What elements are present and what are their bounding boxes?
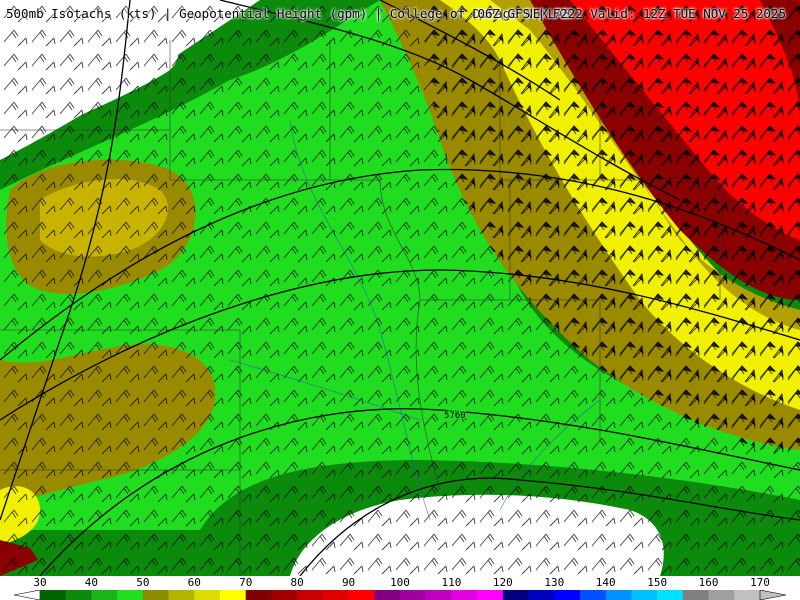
colorbar-swatch — [554, 590, 581, 600]
colorbar-tick-label: 40 — [84, 576, 99, 589]
colorbar-swatch — [631, 590, 658, 600]
colorbar-tick-labels: 30 40 50 60 70 80 90 100 110 120 130 140 150 160 170 — [0, 576, 800, 591]
colorbar-tick-label: 50 — [136, 576, 150, 589]
colorbar-tick-label: 160 — [698, 576, 719, 589]
colorbar-swatch — [425, 590, 452, 600]
colorbar-swatch — [348, 590, 375, 600]
colorbar-swatch — [734, 590, 761, 600]
colorbar-tick-label: 80 — [290, 576, 304, 589]
colorbar-swatch — [374, 590, 401, 600]
colorbar-swatch — [528, 590, 555, 600]
colorbar-tick-label: 130 — [544, 576, 565, 589]
colorbar-swatch — [65, 590, 92, 600]
colorbar-swatch — [117, 590, 144, 600]
colorbar-swatch — [194, 590, 221, 600]
colorbar-swatch — [168, 590, 195, 600]
colorbar-swatch — [245, 590, 272, 600]
colorbar-swatch — [477, 590, 504, 600]
colorbar-swatch — [708, 590, 735, 600]
weather-map-panel: 5760 500mb Isotachs (kts) | Geopotential… — [0, 0, 800, 576]
colorbar-tick-label: 70 — [239, 576, 253, 589]
colorbar-left-arrow — [13, 590, 41, 600]
colorbar-swatch — [682, 590, 709, 600]
colorbar-tick-label: 150 — [647, 576, 668, 589]
colorbar-swatch — [220, 590, 247, 600]
colorbar-tick-label: 110 — [441, 576, 462, 589]
colorbar-tick-label: 140 — [595, 576, 616, 589]
colorbar-swatch — [502, 590, 529, 600]
colorbar-swatch — [657, 590, 684, 600]
colorbar-swatch — [142, 590, 169, 600]
colorbar-swatch — [400, 590, 427, 600]
colorbar-swatches — [13, 590, 787, 600]
colorbar-tick-label: 120 — [492, 576, 513, 589]
isotach-map: 5760 — [0, 0, 800, 576]
colorbar-swatch — [322, 590, 349, 600]
contour-label: 5760 — [444, 411, 466, 421]
colorbar-swatch — [605, 590, 632, 600]
colorbar-swatch — [580, 590, 607, 600]
colorbar-swatch — [91, 590, 118, 600]
colorbar: 30 40 50 60 70 80 90 100 110 120 130 140 150 160 170 — [0, 576, 800, 600]
colorbar-swatch — [271, 590, 298, 600]
colorbar-tick-label: 30 — [33, 576, 47, 589]
colorbar-swatch — [451, 590, 478, 600]
colorbar-tick-label: 100 — [390, 576, 410, 589]
colorbar-swatch — [40, 590, 67, 600]
colorbar-swatch — [297, 590, 324, 600]
colorbar-tick-label: 90 — [341, 576, 356, 589]
colorbar-tick-label: 60 — [187, 576, 201, 589]
colorbar-tick-label: 170 — [750, 576, 770, 589]
colorbar-right-arrow — [759, 590, 787, 600]
